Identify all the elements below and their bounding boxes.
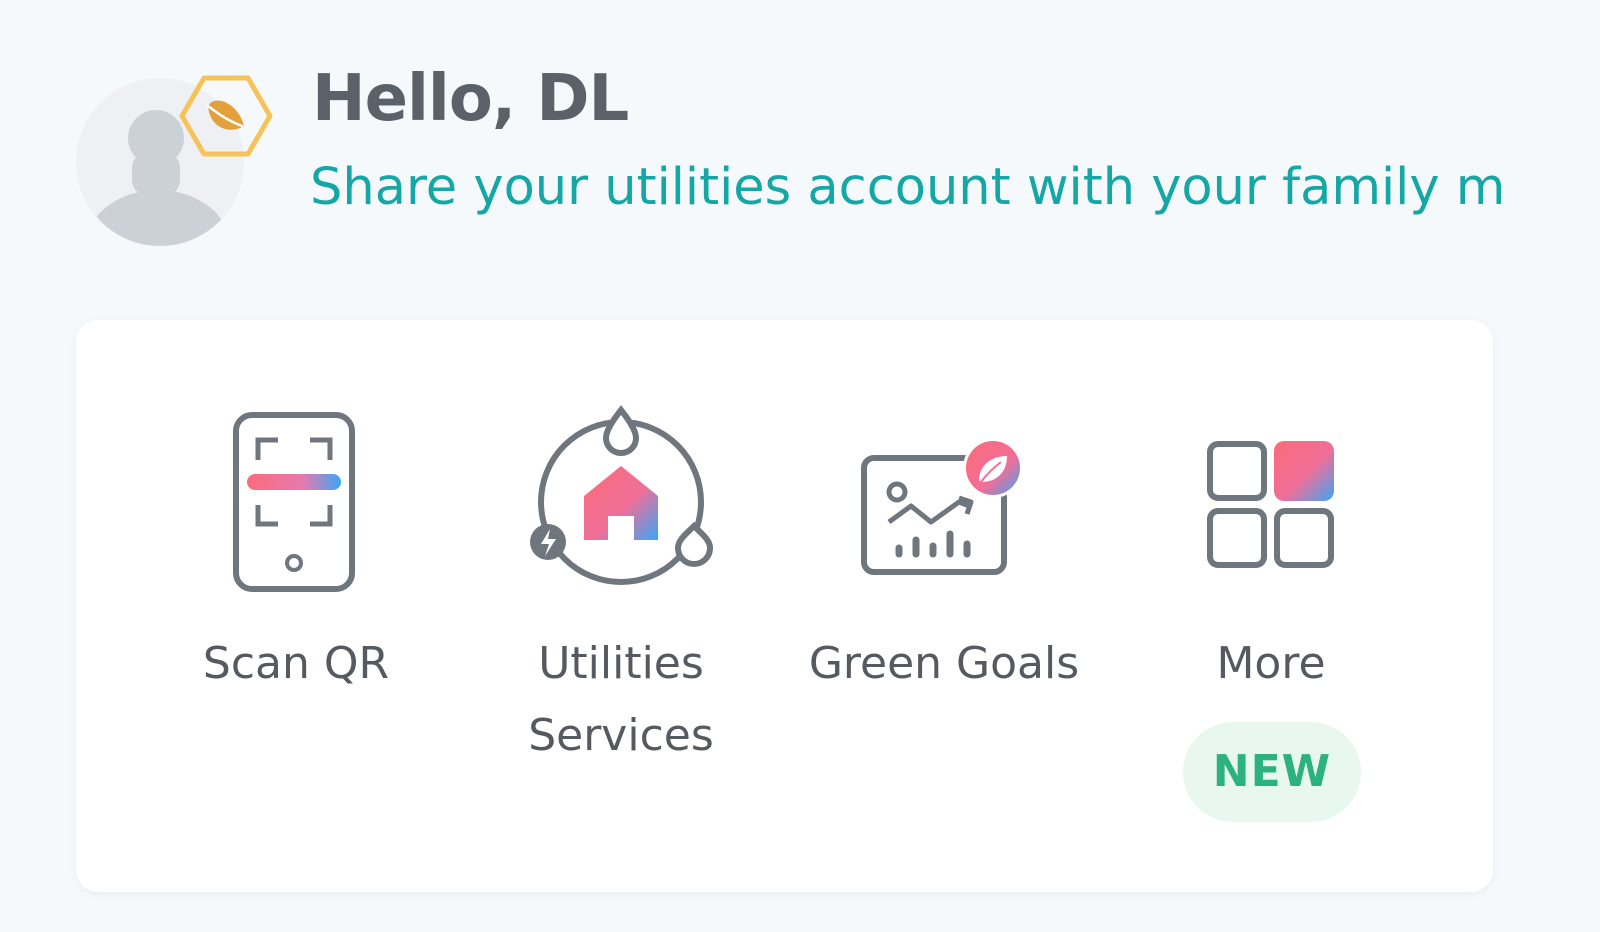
green-goals-icon [861,438,1023,575]
scan-qr-icon-wrap [176,400,416,600]
header: Hello, DL Share your utilities account w… [0,0,1600,300]
utilities-services-icon [530,405,714,585]
leaf-hexagon-icon[interactable] [178,72,274,160]
utilities-services-icon-wrap [501,400,741,600]
more-grid-icon-wrap [1151,400,1391,600]
more-label: More [1216,638,1326,689]
scan-qr-button[interactable]: Scan QR [176,320,416,892]
quick-actions-card: Scan QR Utilities Services Green Goals M… [76,320,1493,892]
utilities-services-button[interactable]: Utilities Services [501,320,741,892]
share-account-link[interactable]: Share your utilities account with your f… [310,158,1502,217]
scan-qr-label: Scan QR [202,638,390,689]
green-goals-button[interactable]: Green Goals [804,320,1084,892]
utilities-services-label: Utilities Services [528,638,714,761]
new-badge: NEW [1183,722,1361,822]
more-grid-icon [1207,441,1334,568]
green-goals-label: Green Goals [808,638,1080,689]
scan-qr-icon [233,412,355,592]
greeting-title: Hello, DL [312,62,629,136]
green-goals-icon-wrap [804,400,1084,600]
